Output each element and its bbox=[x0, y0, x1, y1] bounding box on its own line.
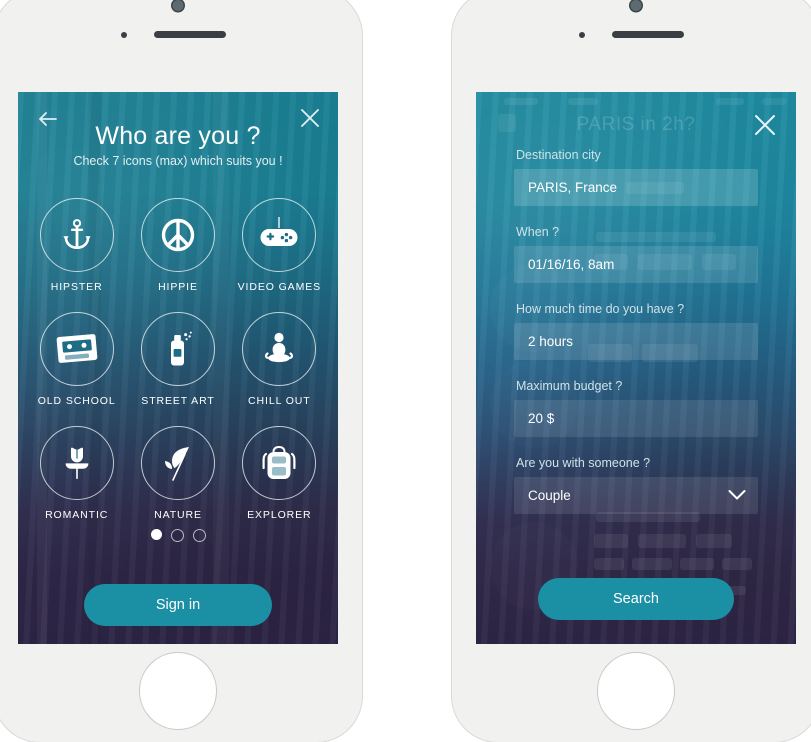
field-label-companions: Are you with someone ? bbox=[516, 456, 651, 470]
interest-item-hipster[interactable]: HIPSTER bbox=[26, 198, 127, 293]
gamepad-icon bbox=[260, 217, 298, 246]
interest-label: NATURE bbox=[154, 509, 202, 521]
close-button-right[interactable] bbox=[750, 110, 778, 138]
screen-search-form: PARIS in 2h? Destination city PARIS, Fra… bbox=[476, 92, 796, 644]
interest-item-old-school[interactable]: OLD SCHOOL bbox=[26, 312, 127, 407]
proximity-sensor bbox=[121, 32, 127, 38]
interest-label: VIDEO GAMES bbox=[237, 281, 322, 293]
interest-circle bbox=[39, 426, 114, 500]
interest-circle bbox=[39, 198, 114, 272]
field-label-destination-city: Destination city bbox=[516, 148, 601, 162]
interest-circle bbox=[140, 312, 215, 386]
interest-item-explorer[interactable]: EXPLORER bbox=[229, 426, 330, 521]
front-camera-icon bbox=[630, 0, 642, 11]
interest-item-chill-out[interactable]: CHILL OUT bbox=[229, 312, 330, 407]
destination-city-input[interactable]: PARIS, France bbox=[514, 169, 758, 206]
rose-icon bbox=[65, 447, 89, 479]
field-label-duration: How much time do you have ? bbox=[516, 302, 685, 316]
companions-select-value: Couple bbox=[528, 488, 571, 503]
close-icon bbox=[755, 115, 775, 135]
interest-item-hippie[interactable]: HIPPIE bbox=[127, 198, 228, 293]
meditation-icon bbox=[265, 332, 294, 363]
home-button[interactable] bbox=[139, 652, 217, 730]
pagination-dots bbox=[18, 529, 338, 542]
duration-input[interactable]: 2 hours bbox=[514, 323, 758, 360]
search-button[interactable]: Search bbox=[538, 578, 734, 620]
anchor-icon bbox=[63, 219, 91, 250]
chevron-down-icon bbox=[728, 488, 746, 503]
interest-label: HIPSTER bbox=[50, 281, 103, 293]
background-page-title: PARIS in 2h? bbox=[576, 114, 696, 135]
budget-input[interactable]: 20 $ bbox=[514, 400, 758, 437]
screen-who-are-you: Who are you ? Check 7 icons (max) which … bbox=[18, 92, 338, 644]
interest-label: CHILL OUT bbox=[248, 395, 311, 407]
interest-label: EXPLORER bbox=[247, 509, 312, 521]
interest-label: ROMANTIC bbox=[45, 509, 109, 521]
interest-grid: HIPSTER HIPPIE VIDEO GAMES OLD SCHOOL ST… bbox=[26, 198, 330, 521]
field-label-when: When ? bbox=[516, 225, 560, 239]
interest-circle bbox=[242, 426, 317, 500]
page-subtitle: Check 7 icons (max) which suits you ! bbox=[73, 154, 283, 168]
earpiece-speaker bbox=[154, 31, 226, 38]
leaf-icon bbox=[164, 447, 189, 481]
home-button[interactable] bbox=[597, 652, 675, 730]
spray-can-icon bbox=[170, 331, 192, 366]
phone-device-left: Who are you ? Check 7 icons (max) which … bbox=[0, 0, 362, 742]
front-camera-icon bbox=[172, 0, 184, 11]
interest-label: OLD SCHOOL bbox=[37, 395, 116, 407]
when-input[interactable]: 01/16/16, 8am bbox=[514, 246, 758, 283]
interest-item-street-art[interactable]: STREET ART bbox=[127, 312, 228, 407]
interest-label: HIPPIE bbox=[158, 281, 198, 293]
interest-item-nature[interactable]: NATURE bbox=[127, 426, 228, 521]
pagination-dot[interactable] bbox=[192, 529, 206, 542]
interest-item-video-games[interactable]: VIDEO GAMES bbox=[229, 198, 330, 293]
phone-device-right: PARIS in 2h? Destination city PARIS, Fra… bbox=[452, 0, 811, 742]
sign-in-button[interactable]: Sign in bbox=[84, 584, 272, 626]
interest-circle bbox=[39, 312, 114, 386]
companions-select[interactable]: Couple bbox=[514, 477, 758, 514]
pagination-dot-active[interactable] bbox=[150, 529, 162, 540]
interest-item-romantic[interactable]: ROMANTIC bbox=[26, 426, 127, 521]
interest-circle bbox=[140, 198, 215, 272]
pagination-dot[interactable] bbox=[170, 529, 184, 542]
page-title: Who are you ? bbox=[95, 122, 261, 150]
field-label-budget: Maximum budget ? bbox=[516, 379, 623, 393]
interest-circle bbox=[242, 312, 317, 386]
search-form: Destination city PARIS, France When ? 01… bbox=[514, 148, 758, 533]
cassette-tape-icon bbox=[56, 334, 97, 363]
interest-circle bbox=[140, 426, 215, 500]
backpack-icon bbox=[262, 445, 296, 479]
interest-label: STREET ART bbox=[141, 395, 215, 407]
interest-circle bbox=[242, 198, 317, 272]
peace-sign-icon bbox=[161, 218, 195, 252]
proximity-sensor bbox=[579, 32, 585, 38]
earpiece-speaker bbox=[612, 31, 684, 38]
